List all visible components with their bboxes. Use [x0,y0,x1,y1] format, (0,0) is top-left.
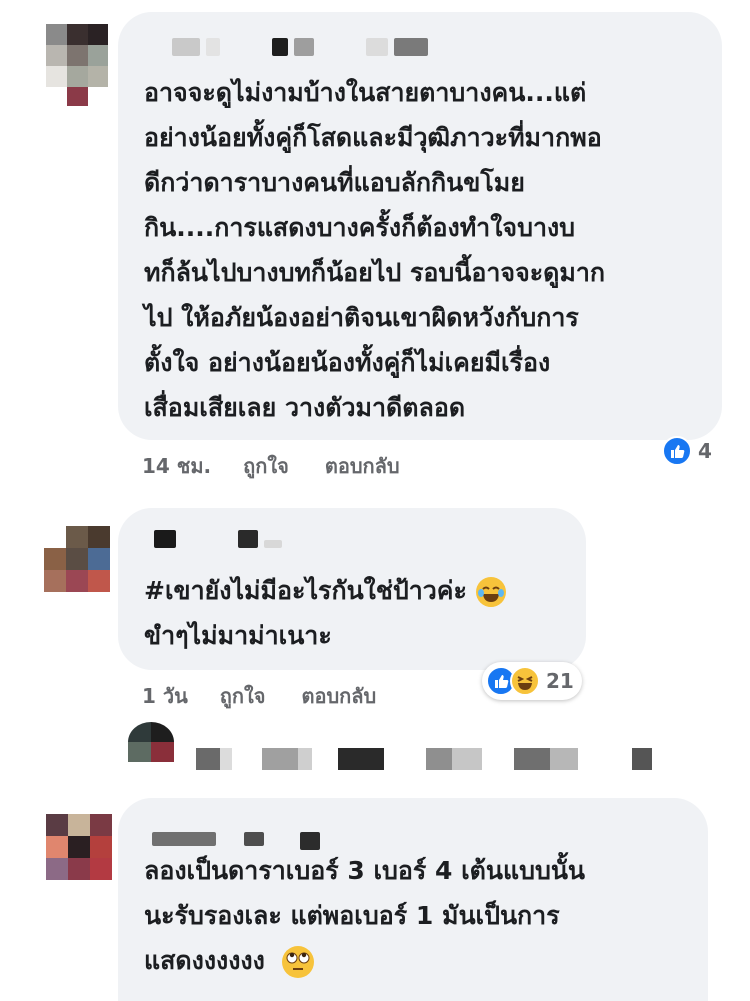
comment-line: ทก็ล้นไปบางบทก็น้อยไป รอบนี้อาจจะดูมาก [144,258,606,287]
like-button[interactable]: ถูกใจ [243,450,289,482]
like-button[interactable]: ถูกใจ [220,680,266,712]
timestamp[interactable]: 14 ชม. [142,450,211,482]
author-name-redacted[interactable] [154,530,282,550]
timestamp[interactable]: 1 วัน [142,680,188,712]
comment-bubble: ลองเป็นดาราเบอร์ 3 เบอร์ 4 เต้นแบบนั้น น… [118,798,708,1001]
author-name-redacted[interactable] [172,38,428,58]
comment-line: นะรับรองเละ แต่พอเบอร์ 1 มันเป็นการ [144,901,560,930]
reply-button[interactable]: ตอบกลับ [301,680,376,712]
reaction-summary[interactable]: 4 [662,432,712,470]
reply-button[interactable]: ตอบกลับ [325,450,400,482]
comment-line: กิน....การแสดงบางครั้งก็ต้องทำใจบางบ [144,213,576,242]
face-with-rolling-eyes-icon [281,946,314,978]
comment-text: ลองเป็นดาราเบอร์ 3 เบอร์ 4 เต้นแบบนั้น น… [144,848,585,983]
avatar[interactable] [44,526,110,592]
comment-meta: 14 ชม. ถูกใจ ตอบกลับ [142,450,436,482]
comment-text: #เขายังไม่มีอะไรกันใช่ป้าวค่ะ ขำๆไม่มาม่… [144,568,506,658]
comment-line-text: แสดงงงงงง [144,946,265,975]
comment-bubble: #เขายังไม่มีอะไรกันใช่ป้าวค่ะ ขำๆไม่มาม่… [118,508,586,670]
reaction-summary[interactable]: 21 [482,662,582,700]
comment-line: เสื่อมเสียเลย วางตัวมาดีตลอด [144,393,466,422]
collapsed-reply-redacted[interactable] [196,748,652,770]
comment-line: ตั้งใจ อย่างน้อยน้องทั้งคู่ก็ไม่เคยมีเรื… [144,348,551,377]
avatar[interactable] [128,722,174,762]
face-with-tears-of-joy-icon [475,577,506,607]
haha-reaction-icon [510,666,540,696]
comment-line: ดีกว่าดาราบางคนที่แอบลักกินขโมย [144,168,525,197]
comment-line: อาจจะดูไม่งามบ้างในสายตาบางคน...แต่ [144,78,587,107]
comment-line-text: #เขายังไม่มีอะไรกันใช่ป้าวค่ะ [144,576,467,605]
comment-line: แสดงงงงงง [144,938,585,983]
reaction-count: 4 [698,439,712,463]
like-reaction-icon [662,436,692,466]
comment-line: #เขายังไม่มีอะไรกันใช่ป้าวค่ะ [144,568,506,613]
comment-meta: 1 วัน ถูกใจ ตอบกลับ [142,680,412,712]
avatar[interactable] [46,24,108,106]
comment-line: อย่างน้อยทั้งคู่ก็โสดและมีวุฒิภาวะที่มาก… [144,123,602,152]
comment-line: ลองเป็นดาราเบอร์ 3 เบอร์ 4 เต้นแบบนั้น [144,856,586,885]
comment-text: อาจจะดูไม่งามบ้างในสายตาบางคน...แต่ อย่า… [144,70,605,430]
comment-bubble: อาจจะดูไม่งามบ้างในสายตาบางคน...แต่ อย่า… [118,12,722,440]
comment-line: ขำๆไม่มาม่าเนาะ [144,621,332,650]
reaction-count: 21 [546,669,574,693]
avatar[interactable] [46,814,112,880]
comment-line: ไป ให้อภัยน้องอย่าติจนเขาผิดหวังกับการ [144,303,579,332]
